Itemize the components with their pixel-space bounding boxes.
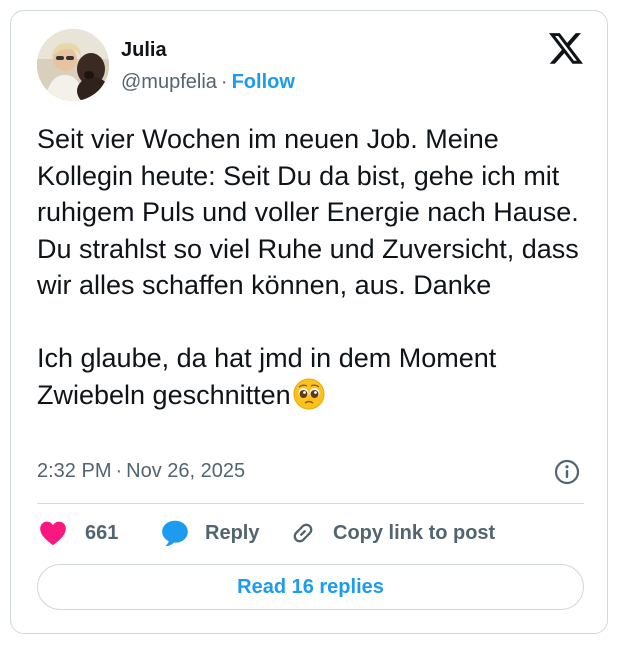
link-icon bbox=[293, 523, 313, 543]
copy-link-label: Copy link to post bbox=[333, 521, 496, 544]
pleading-face-emoji-icon bbox=[293, 378, 325, 410]
follow-button[interactable]: Follow bbox=[232, 71, 295, 93]
reply-label: Reply bbox=[205, 521, 260, 544]
post-text: Seit vier Wochen im neuen Job. Meine Kol… bbox=[37, 121, 597, 413]
copy-link-button[interactable]: Copy link to post bbox=[289, 518, 495, 548]
author-handle-row: @mupfelia · Follow bbox=[121, 70, 295, 94]
avatar-photo bbox=[37, 29, 109, 101]
post-date: Nov 26, 2025 bbox=[126, 460, 246, 482]
like-button[interactable]: 661 bbox=[39, 518, 118, 548]
x-logo-icon[interactable] bbox=[549, 33, 583, 65]
info-icon[interactable] bbox=[554, 459, 580, 485]
avatar[interactable] bbox=[37, 29, 109, 101]
separator-dot: · bbox=[220, 71, 228, 93]
read-replies-button[interactable]: Read 16 replies bbox=[37, 564, 584, 610]
post-timestamp[interactable]: 2:32 PM · Nov 26, 2025 bbox=[37, 459, 245, 483]
heart-icon bbox=[40, 521, 66, 546]
divider bbox=[37, 503, 584, 504]
author-handle[interactable]: @mupfelia bbox=[121, 71, 217, 93]
post-time: 2:32 PM bbox=[37, 460, 112, 482]
like-count: 661 bbox=[85, 521, 119, 544]
separator-dot: · bbox=[115, 460, 123, 482]
reply-button[interactable]: Reply bbox=[161, 518, 259, 548]
speech-bubble-icon bbox=[162, 520, 188, 547]
embedded-post-card: Julia @mupfelia · Follow Seit vier Wochen … bbox=[10, 10, 608, 634]
post-text-body: Seit vier Wochen im neuen Job. Meine Kol… bbox=[37, 124, 579, 410]
author-name[interactable]: Julia bbox=[121, 38, 167, 62]
